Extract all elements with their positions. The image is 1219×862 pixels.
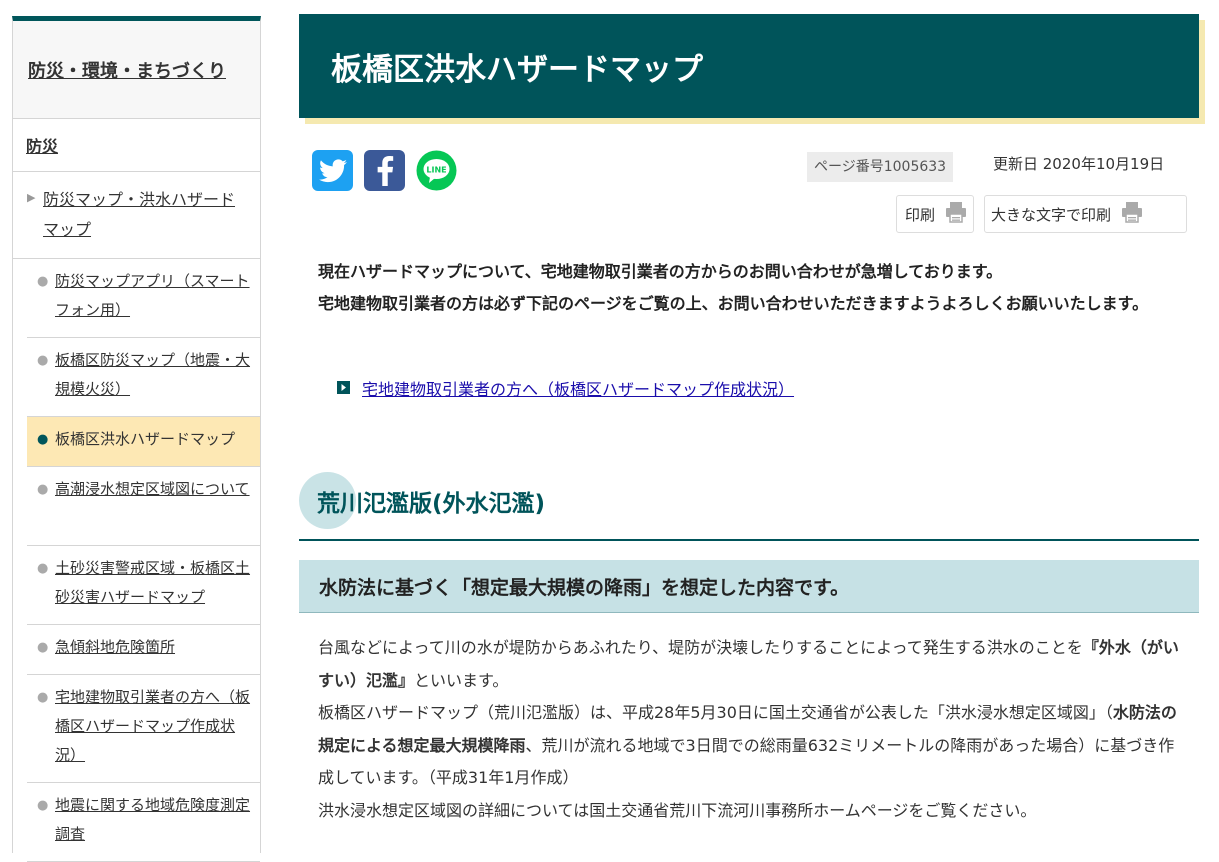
sidebar-section-link[interactable]: 防災 — [26, 133, 58, 157]
print-large-text-button[interactable]: 大きな文字で印刷 — [984, 195, 1187, 233]
bullet-icon: ● — [37, 274, 49, 289]
sidebar: 防災・環境・まちづくり 防災 ▶ 防災マップ・洪水ハザードマップ ● 防災マップ… — [12, 16, 261, 862]
body-paragraph-2: 板橋区ハザードマップ（荒川氾濫版）は、平成28年5月30日に国土交通省が公表した… — [318, 697, 1188, 795]
page-number-badge: ページ番号1005633 — [807, 152, 954, 182]
sidebar-item-quake-map: ● 板橋区防災マップ（地震・大規模火災） — [27, 338, 260, 417]
sidebar-item-link[interactable]: 高潮浸水想定区域図について — [55, 480, 250, 498]
sidebar-item-landslide: ● 土砂災害警戒区域・板橋区土砂災害ハザードマップ — [27, 546, 260, 625]
sidebar-item-link[interactable]: 急傾斜地危険箇所 — [55, 638, 175, 656]
updated-date: 更新日 2020年10月19日 — [993, 155, 1165, 173]
line-icon[interactable]: LINE — [416, 150, 457, 191]
sidebar-sublist: ● 防災マップアプリ（スマートフォン用） ● 板橋区防災マップ（地震・大規模火災… — [27, 259, 260, 862]
bullet-icon: ● — [37, 353, 49, 368]
sidebar-section: 防災 — [13, 119, 260, 172]
bullet-icon: ● — [37, 561, 49, 576]
body-text: 台風などによって川の水が堤防からあふれたり、堤防が決壊したりすることによって発生… — [318, 632, 1188, 827]
realestate-link-row: 宅地建物取引業者の方へ（板橋区ハザードマップ作成状況） — [337, 376, 794, 400]
bullet-icon: ● — [37, 432, 49, 447]
bullet-icon: ● — [37, 482, 49, 497]
sidebar-item-steep-slope: ● 急傾斜地危険箇所 — [27, 625, 260, 675]
line-icon-text: LINE — [426, 166, 446, 175]
subsection-heading-text: 水防法に基づく「想定最大規模の降雨」を想定した内容です。 — [319, 576, 850, 599]
sidebar-heading: 防災・環境・まちづくり — [13, 21, 260, 119]
sidebar-parent-item: ▶ 防災マップ・洪水ハザードマップ — [13, 172, 260, 259]
body-text-segment: 台風などによって川の水が堤防からあふれたり、堤防が決壊したりすることによって発生… — [318, 638, 1083, 657]
page-title-bar: 板橋区洪水ハザードマップ — [299, 14, 1199, 118]
sidebar-item-quake-risk: ● 地震に関する地域危険度測定調査 — [27, 783, 260, 862]
printer-icon — [1121, 201, 1143, 227]
social-share: LINE — [312, 150, 457, 191]
sidebar-item-link[interactable]: 板橋区防災マップ（地震・大規模火災） — [55, 351, 250, 398]
bullet-icon: ● — [37, 690, 49, 705]
sidebar-item-app: ● 防災マップアプリ（スマートフォン用） — [27, 259, 260, 338]
subsection-heading: 水防法に基づく「想定最大規模の降雨」を想定した内容です。 — [299, 560, 1199, 613]
body-paragraph-1: 台風などによって川の水が堤防からあふれたり、堤防が決壊したりすることによって発生… — [318, 632, 1188, 697]
sidebar-item-current-label: 板橋区洪水ハザードマップ — [55, 430, 236, 448]
notice-line-2: 宅地建物取引業者の方は必ず下記のページをご覧の上、お問い合わせいただきますようよ… — [318, 294, 1149, 313]
print-button-label: 印刷 — [905, 205, 936, 224]
bullet-icon: ● — [37, 640, 49, 655]
printer-icon — [945, 201, 967, 227]
sidebar-item-storm-surge: ● 高潮浸水想定区域図について — [27, 467, 260, 546]
sidebar-item-link[interactable]: 土砂災害警戒区域・板橋区土砂災害ハザードマップ — [55, 559, 250, 606]
realestate-link[interactable]: 宅地建物取引業者の方へ（板橋区ハザードマップ作成状況） — [362, 376, 794, 400]
sidebar-item-link[interactable]: 地震に関する地域危険度測定調査 — [55, 796, 250, 843]
sidebar-item-link[interactable]: 宅地建物取引業者の方へ（板橋区ハザードマップ作成状況） — [55, 688, 250, 764]
print-button[interactable]: 印刷 — [896, 195, 974, 233]
sidebar-item-flood-map-current: ● 板橋区洪水ハザードマップ — [27, 417, 260, 467]
bullet-icon: ● — [37, 798, 49, 813]
triangle-right-icon: ▶ — [27, 191, 36, 204]
body-paragraph-3: 洪水浸水想定区域図の詳細については国土交通省荒川下流河川事務所ホームページをご覧… — [318, 800, 1037, 820]
sidebar-item-realestate: ● 宅地建物取引業者の方へ（板橋区ハザードマップ作成状況） — [27, 675, 260, 783]
section-heading-text: 荒川氾濫版(外水氾濫) — [317, 491, 546, 517]
notice-text: 現在ハザードマップについて、宅地建物取引業者の方からのお問い合わせが急増しており… — [318, 256, 1188, 320]
twitter-icon[interactable] — [312, 150, 353, 191]
section-heading: 荒川氾濫版(外水氾濫) — [299, 472, 1199, 541]
sidebar-item-link[interactable]: 防災マップアプリ（スマートフォン用） — [55, 272, 250, 319]
sidebar-parent-link[interactable]: 防災マップ・洪水ハザードマップ — [43, 190, 235, 239]
print-large-label: 大きな文字で印刷 — [991, 205, 1112, 224]
page-title: 板橋区洪水ハザードマップ — [331, 51, 703, 88]
body-text-segment: 板橋区ハザードマップ（荒川氾濫版）は、平成28年5月30日に国土交通省が公表した… — [318, 703, 1113, 722]
body-text-segment: といいます。 — [414, 670, 509, 690]
notice-line-1: 現在ハザードマップについて、宅地建物取引業者の方からのお問い合わせが急増しており… — [318, 262, 1003, 281]
sidebar-heading-link[interactable]: 防災・環境・まちづくり — [28, 57, 226, 83]
arrow-box-icon — [337, 379, 350, 398]
facebook-icon[interactable] — [364, 150, 405, 191]
